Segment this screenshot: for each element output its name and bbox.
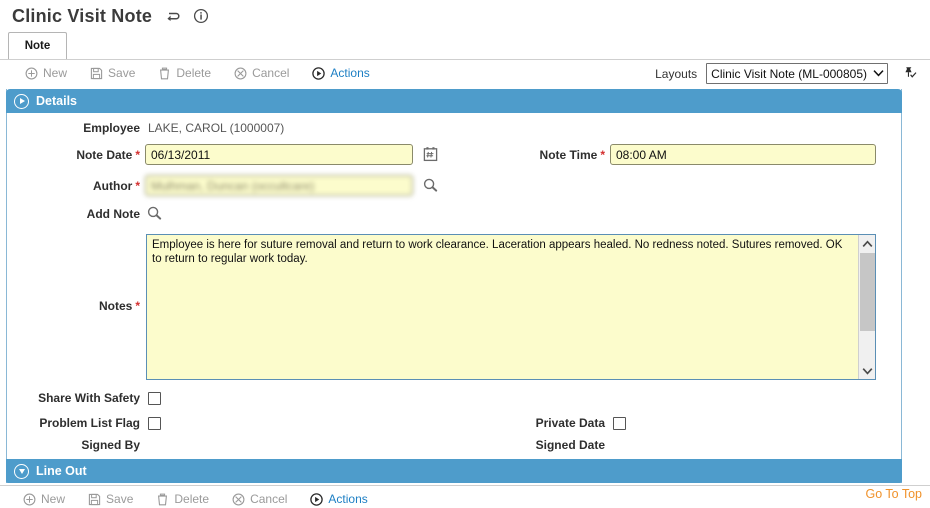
delete-button-bottom[interactable]: Delete — [155, 492, 209, 506]
row-problem-list-flag: Problem List Flag — [0, 416, 161, 430]
actions-button-bottom-label: Actions — [328, 492, 368, 506]
calendar-icon[interactable] — [422, 146, 439, 163]
titlebar: Clinic Visit Note — [0, 0, 930, 32]
actions-button[interactable]: Actions — [311, 66, 370, 80]
private-data-checkbox[interactable] — [613, 416, 626, 430]
row-signed-by: Signed By — [0, 438, 148, 452]
cancel-button-label: Cancel — [252, 66, 290, 80]
row-add-note: Add Note — [0, 205, 163, 222]
section-header-line-out-label: Line Out — [36, 464, 87, 478]
scroll-thumb[interactable] — [860, 253, 875, 331]
clinic-visit-note-page: Clinic Visit Note Note New Save Delete C… — [0, 0, 930, 508]
section-header-line-out[interactable]: Line Out — [6, 459, 902, 483]
save-button[interactable]: Save — [89, 66, 135, 80]
notes-scrollbar[interactable] — [858, 235, 875, 379]
note-time-required: * — [600, 147, 605, 162]
cancel-button-bottom[interactable]: Cancel — [231, 492, 287, 506]
layouts-area: Layouts Clinic Visit Note (ML-000805) — [655, 60, 922, 87]
delete-button-label: Delete — [176, 66, 212, 80]
share-with-safety-label: Share With Safety — [38, 391, 140, 405]
row-note-time: Note Time * 08:00 AM — [460, 144, 876, 165]
cancel-button[interactable]: Cancel — [233, 66, 289, 80]
row-share-with-safety: Share With Safety — [0, 391, 161, 405]
row-private-data: Private Data — [460, 416, 626, 430]
note-time-label: Note Time — [539, 147, 598, 162]
author-input[interactable]: Mulhman, Duncan (occultcare) — [145, 175, 413, 196]
cancel-circle-icon — [231, 492, 245, 506]
save-disk-icon — [87, 492, 101, 506]
author-label: Author — [93, 178, 133, 193]
new-button-bottom[interactable]: New — [22, 492, 65, 506]
back-arrow-icon[interactable] — [163, 7, 181, 25]
save-button-bottom-label: Save — [106, 492, 134, 506]
actions-button-label: Actions — [330, 66, 370, 80]
trash-icon — [155, 492, 169, 506]
author-search-icon[interactable] — [422, 177, 439, 194]
private-data-label: Private Data — [535, 416, 605, 430]
delete-button[interactable]: Delete — [157, 66, 211, 80]
page-title: Clinic Visit Note — [12, 5, 153, 26]
add-note-label: Add Note — [86, 206, 140, 221]
save-button-label: Save — [108, 66, 136, 80]
note-date-label: Note Date — [76, 147, 133, 162]
signed-by-label: Signed By — [81, 438, 140, 452]
note-date-input[interactable]: 06/13/2011 — [145, 144, 413, 165]
problem-list-flag-label: Problem List Flag — [39, 416, 140, 430]
row-note-date: Note Date * 06/13/2011 — [0, 144, 439, 165]
note-time-input[interactable]: 08:00 AM — [610, 144, 876, 165]
delete-button-bottom-label: Delete — [174, 492, 210, 506]
chevron-down-icon — [873, 68, 884, 80]
signed-date-label: Signed Date — [535, 438, 605, 452]
section-header-details-label: Details — [36, 94, 77, 108]
plus-circle-icon — [24, 66, 38, 80]
note-date-required: * — [135, 147, 140, 162]
pin-check-icon[interactable] — [901, 65, 918, 82]
new-button-label: New — [43, 66, 68, 80]
save-button-bottom[interactable]: Save — [87, 492, 133, 506]
go-to-top-link[interactable]: Go To Top — [865, 487, 922, 501]
employee-label: Employee — [83, 121, 140, 135]
layouts-select[interactable]: Clinic Visit Note (ML-000805) — [706, 63, 888, 84]
row-signed-date: Signed Date — [460, 438, 613, 452]
top-toolbar: New Save Delete Cancel Actions Layouts C… — [0, 59, 930, 86]
tab-strip: Note — [0, 32, 930, 59]
author-value: Mulhman, Duncan (occultcare) — [151, 178, 315, 193]
notes-label: Notes — [98, 299, 133, 313]
problem-list-flag-checkbox[interactable] — [148, 416, 161, 430]
cancel-button-bottom-label: Cancel — [250, 492, 288, 506]
share-with-safety-checkbox[interactable] — [148, 391, 161, 405]
bottom-toolbar: New Save Delete Cancel Actions — [0, 485, 930, 508]
new-button-bottom-label: New — [41, 492, 66, 506]
employee-value: LAKE, CAROL (1000007) — [148, 121, 285, 135]
chevron-down-icon[interactable] — [14, 463, 29, 479]
play-circle-icon — [309, 492, 323, 506]
plus-circle-icon — [22, 492, 36, 506]
tab-note-label: Note — [24, 40, 51, 52]
trash-icon — [157, 66, 171, 80]
row-author: Author * Mulhman, Duncan (occultcare) — [0, 175, 439, 196]
note-date-value: 06/13/2011 — [151, 147, 211, 162]
tab-note[interactable]: Note — [8, 32, 67, 59]
notes-textarea-value: Employee is here for suture removal and … — [152, 239, 846, 265]
chevron-right-icon[interactable] — [14, 93, 29, 109]
row-notes-label: Notes * — [0, 299, 140, 313]
row-employee: Employee LAKE, CAROL (1000007) — [0, 121, 430, 135]
scroll-down-icon[interactable] — [859, 362, 876, 379]
section-header-details[interactable]: Details — [6, 89, 902, 113]
actions-button-bottom[interactable]: Actions — [309, 492, 368, 506]
info-icon[interactable] — [192, 7, 210, 25]
new-button[interactable]: New — [24, 66, 67, 80]
author-required: * — [135, 178, 140, 193]
layouts-label: Layouts — [655, 66, 698, 81]
play-circle-icon — [311, 66, 325, 80]
cancel-circle-icon — [233, 66, 247, 80]
notes-textarea[interactable]: Employee is here for suture removal and … — [146, 234, 876, 380]
scroll-up-icon[interactable] — [859, 235, 876, 252]
add-note-search-icon[interactable] — [146, 205, 163, 222]
notes-required: * — [135, 299, 140, 313]
layouts-select-value: Clinic Visit Note (ML-000805) — [711, 66, 867, 81]
note-time-value: 08:00 AM — [616, 147, 667, 162]
save-disk-icon — [89, 66, 103, 80]
